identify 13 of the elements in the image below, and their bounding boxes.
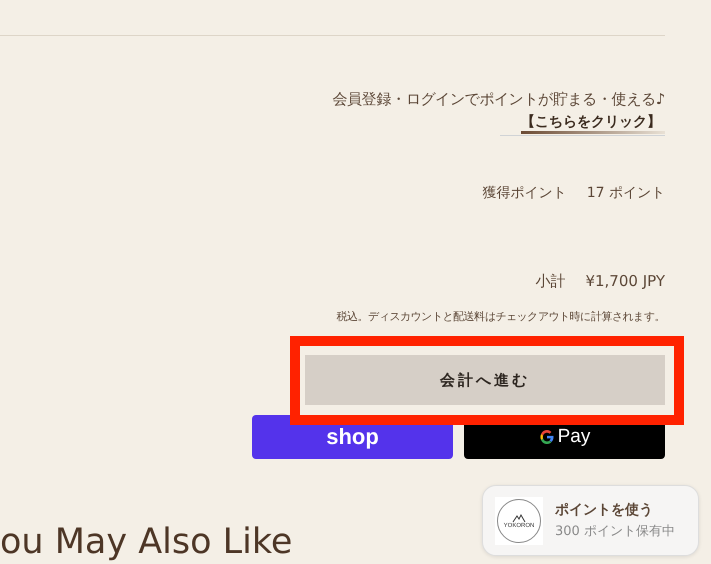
section-heading: ou May Also Like <box>0 522 292 562</box>
member-notice: 会員登録・ログインでポイントが貯まる・使える♪ <box>332 90 665 109</box>
subtotal-value: ¥1,700 JPY <box>585 272 665 291</box>
mountain-icon <box>512 512 526 522</box>
google-icon <box>538 429 555 445</box>
popup-subtitle: 300 ポイント保有中 <box>555 523 675 540</box>
checkout-button[interactable]: 会計へ進む <box>305 355 665 405</box>
points-value: 17 ポイント <box>586 184 665 202</box>
register-link[interactable]: 【こちらをクリック】 <box>521 113 665 134</box>
points-label: 獲得ポイント <box>482 184 567 202</box>
tax-note: 税込。ディスカウントと配送料はチェックアウト時に計算されます。 <box>336 309 665 324</box>
popup-title: ポイントを使う <box>555 501 654 519</box>
subtotal-label: 小計 <box>535 272 566 291</box>
